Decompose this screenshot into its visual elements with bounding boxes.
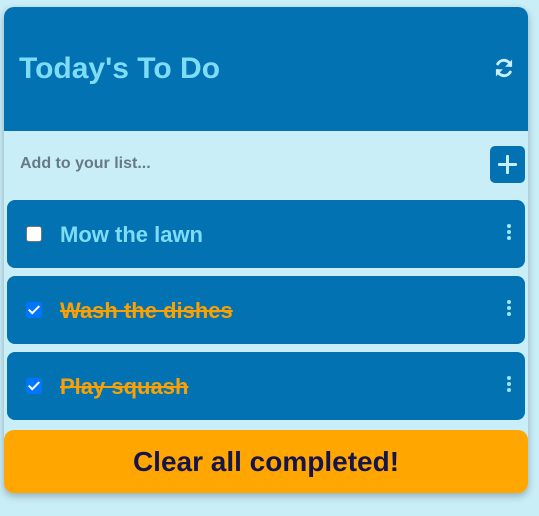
item-label: Mow the lawn (60, 222, 203, 247)
item-checkbox[interactable] (26, 226, 42, 242)
clear-completed-button[interactable]: Clear all completed! (4, 430, 528, 493)
item-label: Wash the dishes (60, 298, 233, 323)
item-checkbox[interactable] (26, 302, 42, 318)
add-item-input[interactable] (14, 149, 486, 179)
more-vertical-icon[interactable] (504, 222, 514, 242)
todo-card: Today's To Do Mow the lawn Wash the dish… (4, 7, 528, 493)
add-item-row (4, 131, 528, 197)
item-label: Play squash (60, 374, 189, 399)
refresh-icon[interactable] (493, 57, 515, 79)
list-item[interactable]: Play squash (7, 352, 525, 420)
list-item[interactable]: Wash the dishes (7, 276, 525, 344)
item-checkbox[interactable] (26, 378, 42, 394)
page-title: Today's To Do (19, 52, 221, 85)
list-item[interactable]: Mow the lawn (7, 200, 525, 268)
more-vertical-icon[interactable] (504, 374, 514, 394)
more-vertical-icon[interactable] (504, 298, 514, 318)
add-item-button[interactable] (490, 146, 525, 183)
header: Today's To Do (4, 7, 528, 131)
